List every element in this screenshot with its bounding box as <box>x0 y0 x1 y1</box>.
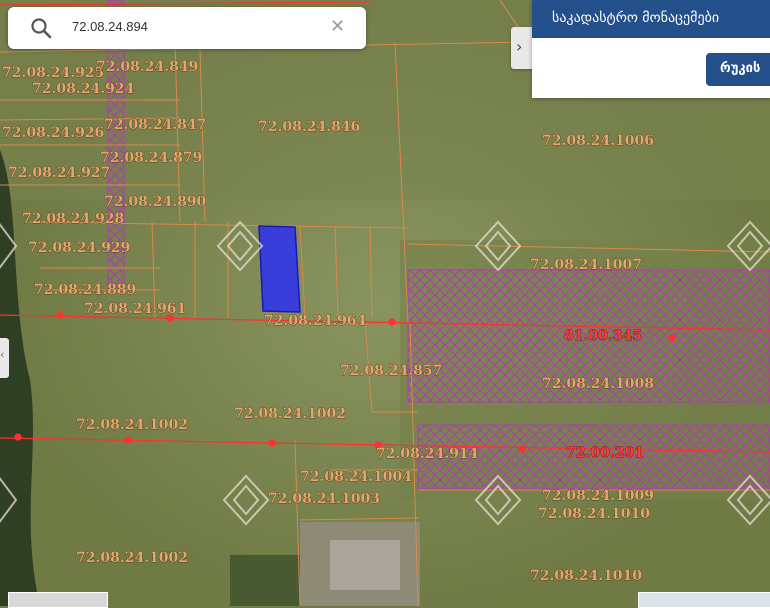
parcel-label[interactable]: 72.08.24.890 <box>104 194 207 211</box>
parcel-label[interactable]: 72.08.24.1010 <box>538 506 651 523</box>
parcel-label[interactable]: 72.08.24.928 <box>22 211 125 228</box>
panel-title: საკადასტრო მონაცემები <box>552 10 720 26</box>
search-input[interactable]: 72.08.24.894 <box>72 19 148 34</box>
parcel-label[interactable]: 81.00.345 <box>564 328 643 345</box>
parcel-label[interactable]: 72.00.291 <box>566 445 645 462</box>
close-icon[interactable]: ✕ <box>330 16 345 37</box>
parcel-label[interactable]: 72.08.24.846 <box>258 119 361 136</box>
parcel-label[interactable]: 72.08.24.889 <box>34 282 137 299</box>
parcel-label[interactable]: 72.08.24.1002 <box>76 417 189 434</box>
panel-toggle-button[interactable]: › <box>511 27 532 69</box>
parcel-label[interactable]: 72.08.24.1003 <box>268 491 381 508</box>
parcel-label[interactable]: 72.08.24.857 <box>340 363 443 380</box>
parcel-label[interactable]: 72.08.24.1010 <box>530 568 643 585</box>
panel-header: საკადასტრო მონაცემები <box>532 0 770 38</box>
parcel-label[interactable]: 72.08.24.924 <box>32 81 135 98</box>
building-roof <box>330 540 400 590</box>
parcel-label[interactable]: 72.08.24.925 <box>2 65 105 82</box>
cadastral-info-panel: საკადასტრო მონაცემები რუკის <box>532 0 770 98</box>
parcel-label[interactable]: 72.08.24.926 <box>2 125 105 142</box>
chevron-right-icon: › <box>516 37 523 56</box>
search-icon[interactable] <box>30 17 52 39</box>
parcel-label[interactable]: 72.08.24.1002 <box>76 550 189 567</box>
parcel-label[interactable]: 72.08.24.927 <box>8 165 111 182</box>
selected-parcel[interactable] <box>258 225 301 313</box>
search-box[interactable]: 72.08.24.894 ✕ <box>8 7 366 49</box>
parcel-label[interactable]: 72.08.24.849 <box>96 59 199 76</box>
map-button[interactable]: რუკის <box>706 53 770 86</box>
map-button-label: რუკის <box>720 61 761 76</box>
parcel-label[interactable]: 72.08.24.879 <box>100 150 203 167</box>
left-panel-toggle[interactable]: ‹ <box>0 338 9 378</box>
parcel-label[interactable]: 72.08.24.1007 <box>530 257 643 274</box>
parcel-label[interactable]: 72.08.24.964 <box>264 313 367 330</box>
parcel-label[interactable]: 72.08.24.1009 <box>542 488 655 505</box>
orchard-area <box>230 555 300 606</box>
parcel-label[interactable]: 72.08.24.929 <box>28 240 131 257</box>
parcel-label[interactable]: 72.08.24.847 <box>104 117 207 134</box>
parcel-label[interactable]: 72.08.24.1004 <box>300 469 413 486</box>
chevron-left-icon: ‹ <box>0 348 5 361</box>
parcel-label[interactable]: 72.08.24.1006 <box>542 133 655 150</box>
parcel-label[interactable]: 72.08.24.914 <box>376 446 479 463</box>
parcel-label[interactable]: 72.08.24.1008 <box>542 376 655 393</box>
parcel-label[interactable]: 72.08.24.1002 <box>234 406 347 423</box>
parcel-label[interactable]: 72.08.24.961 <box>84 301 187 318</box>
